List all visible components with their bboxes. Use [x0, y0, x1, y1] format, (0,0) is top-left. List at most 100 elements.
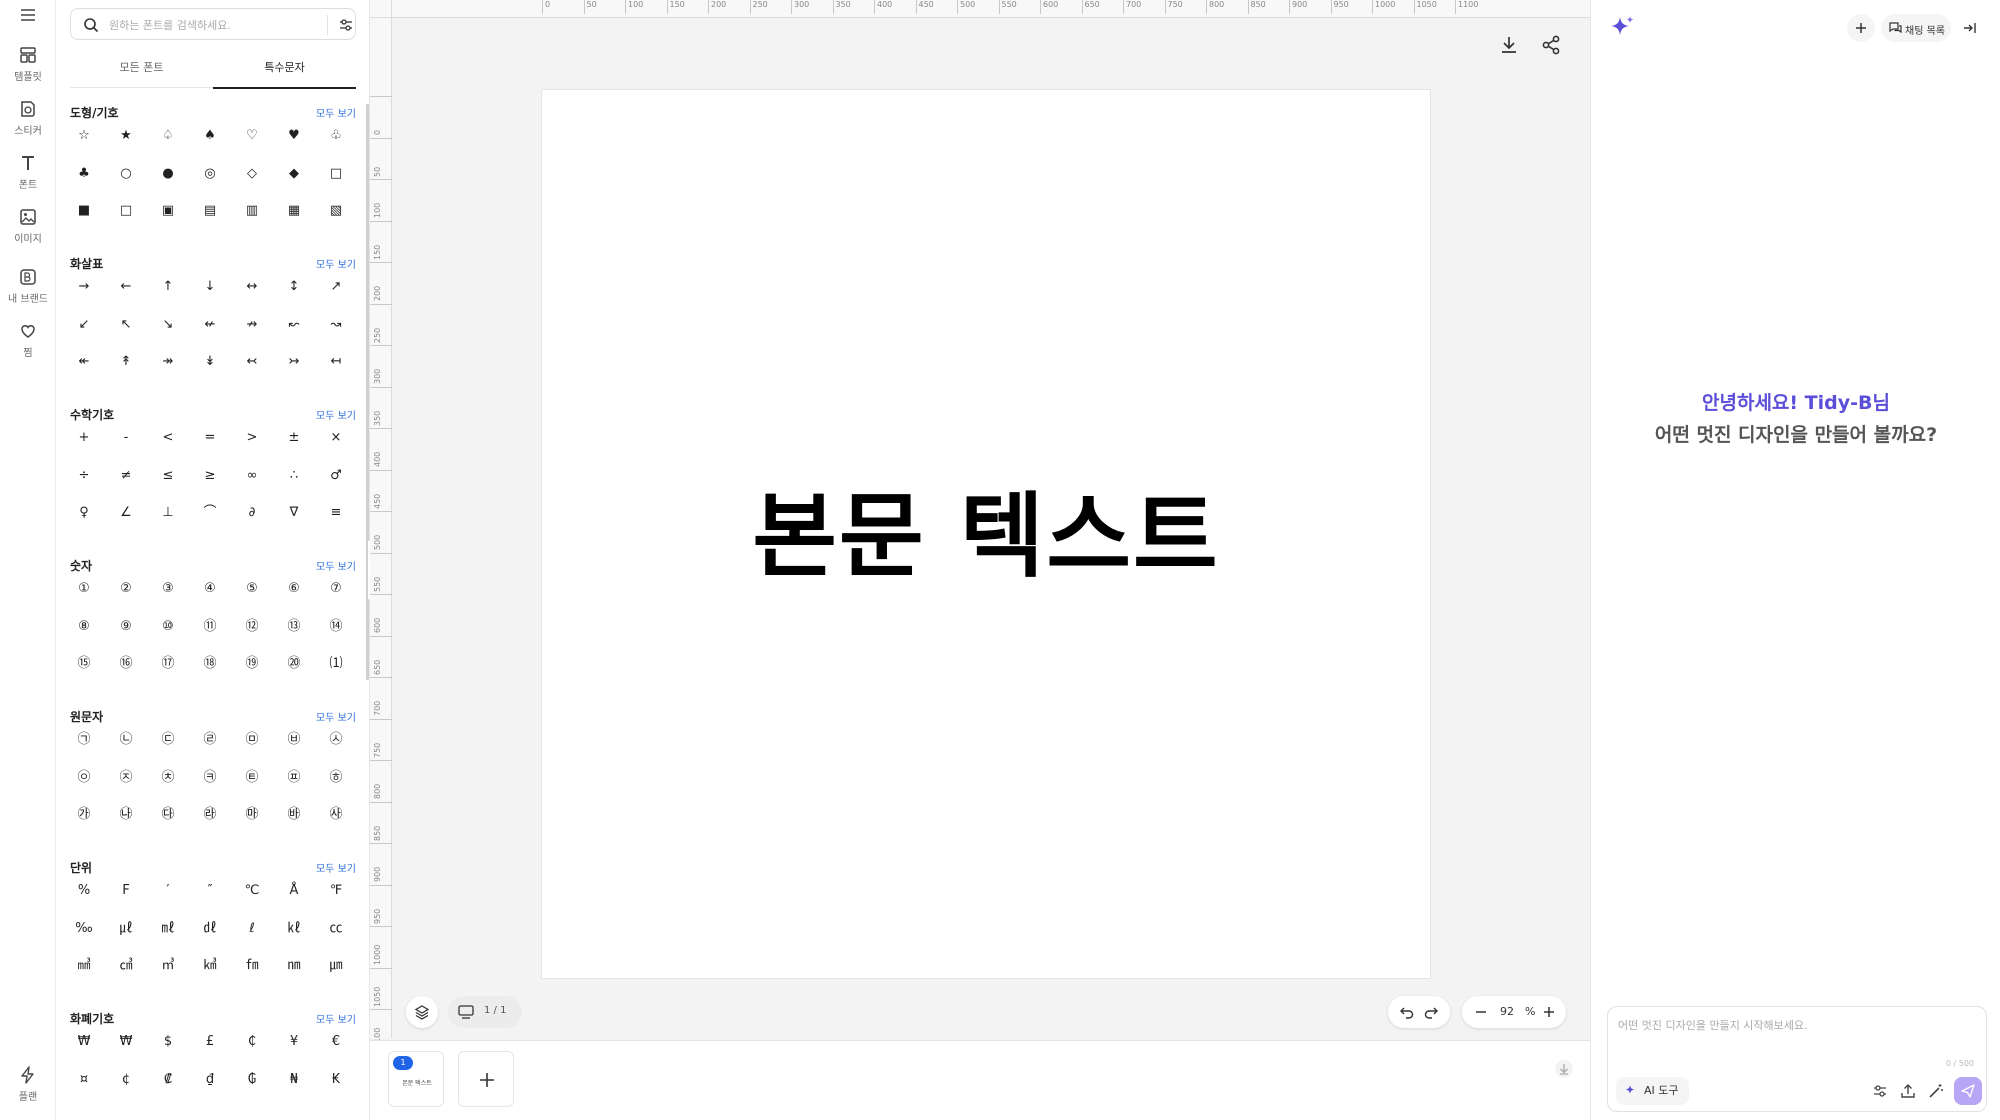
symbol-cell[interactable]: ㉦ [322, 726, 350, 754]
symbol-cell[interactable]: ㎛ [322, 952, 350, 980]
symbol-cell[interactable]: ㉧ [70, 764, 98, 792]
symbol-cell[interactable]: ↜ [280, 311, 308, 339]
see-all-link[interactable]: 모두 보기 [296, 709, 356, 724]
symbol-cell[interactable]: × [322, 424, 350, 452]
symbol-cell[interactable]: ㉢ [154, 726, 182, 754]
symbol-cell[interactable]: ↑ [154, 273, 182, 301]
rail-item-template[interactable]: 템플릿 [0, 46, 56, 83]
symbol-cell[interactable]: ⑧ [70, 613, 98, 641]
symbol-cell[interactable]: ← [112, 273, 140, 301]
symbol-cell[interactable]: ⑩ [154, 613, 182, 641]
symbol-cell[interactable]: ㉳ [280, 801, 308, 829]
symbol-cell[interactable]: ⊥ [154, 499, 182, 527]
symbol-cell[interactable]: ≥ [196, 462, 224, 490]
symbol-cell[interactable]: ¢ [112, 1066, 140, 1094]
symbol-cell[interactable]: ⌒ [196, 499, 224, 527]
send-button[interactable] [1954, 1077, 1982, 1105]
symbol-cell[interactable]: ₲ [238, 1066, 266, 1094]
symbol-cell[interactable]: ㏄ [322, 915, 350, 943]
see-all-link[interactable]: 모두 보기 [296, 407, 356, 422]
symbol-cell[interactable]: ㉰ [154, 801, 182, 829]
symbol-cell[interactable]: ㎕ [112, 915, 140, 943]
symbol-cell[interactable]: ∴ [280, 462, 308, 490]
symbol-cell[interactable]: ㉪ [196, 764, 224, 792]
symbol-cell[interactable]: ₡ [154, 1066, 182, 1094]
symbol-cell[interactable]: ⑰ [154, 650, 182, 678]
symbol-cell[interactable]: ▣ [154, 197, 182, 225]
symbol-cell[interactable]: $ [154, 1028, 182, 1056]
upload-icon[interactable] [1900, 1083, 1916, 1099]
symbol-cell[interactable]: ⑨ [112, 613, 140, 641]
symbol-cell[interactable]: ⑳ [280, 650, 308, 678]
symbol-cell[interactable]: ㉮ [70, 801, 98, 829]
symbol-cell[interactable]: ₫ [196, 1066, 224, 1094]
symbol-cell[interactable]: ♤ [154, 122, 182, 150]
symbol-cell[interactable]: ♣ [70, 160, 98, 188]
symbol-cell[interactable]: ↢ [238, 348, 266, 376]
layers-button[interactable] [406, 996, 438, 1028]
symbol-cell[interactable]: ↛ [238, 311, 266, 339]
symbol-cell[interactable]: ㎚ [280, 952, 308, 980]
symbol-cell[interactable]: ♧ [322, 122, 350, 150]
symbol-cell[interactable]: ㉨ [112, 764, 140, 792]
symbol-cell[interactable]: ↗ [322, 273, 350, 301]
symbol-cell[interactable]: < [154, 424, 182, 452]
symbol-cell[interactable]: F [112, 877, 140, 905]
symbol-cell[interactable]: ㉩ [154, 764, 182, 792]
symbol-cell[interactable]: ↘ [154, 311, 182, 339]
symbol-cell[interactable]: ∇ [280, 499, 308, 527]
symbol-cell[interactable]: ′ [154, 877, 182, 905]
symbol-cell[interactable]: ↝ [322, 311, 350, 339]
symbol-cell[interactable]: ℃ [238, 877, 266, 905]
symbol-cell[interactable]: ″ [196, 877, 224, 905]
symbol-cell[interactable]: ⑴ [322, 650, 350, 678]
symbol-cell[interactable]: ⑲ [238, 650, 266, 678]
symbol-cell[interactable]: ☆ [70, 122, 98, 150]
symbol-cell[interactable]: + [70, 424, 98, 452]
symbol-cell[interactable]: ⑫ [238, 613, 266, 641]
symbol-cell[interactable]: ⑥ [280, 575, 308, 603]
symbol-cell[interactable]: ↔ [238, 273, 266, 301]
symbol-cell[interactable]: ↓ [196, 273, 224, 301]
symbol-cell[interactable]: ▤ [196, 197, 224, 225]
symbol-cell[interactable]: ① [70, 575, 98, 603]
chat-input[interactable] [1618, 1017, 1976, 1057]
symbol-cell[interactable]: ↣ [280, 348, 308, 376]
symbol-cell[interactable]: ≡ [322, 499, 350, 527]
symbol-cell[interactable]: ↠ [154, 348, 182, 376]
symbol-cell[interactable]: ♥ [280, 122, 308, 150]
symbol-cell[interactable]: ★ [112, 122, 140, 150]
zoom-in-icon[interactable] [1542, 1005, 1556, 1019]
symbol-cell[interactable]: ▦ [280, 197, 308, 225]
symbol-cell[interactable]: ¥ [280, 1028, 308, 1056]
symbol-cell[interactable]: ● [154, 160, 182, 188]
settings-sliders-icon[interactable] [1872, 1083, 1888, 1099]
symbol-cell[interactable]: ₭ [322, 1066, 350, 1094]
symbol-cell[interactable]: ♠ [196, 122, 224, 150]
symbol-cell[interactable]: ㎤ [112, 952, 140, 980]
undo-icon[interactable] [1400, 1005, 1414, 1019]
symbol-cell[interactable]: ㎣ [70, 952, 98, 980]
symbol-cell[interactable]: ㉱ [196, 801, 224, 829]
symbol-cell[interactable]: ㎥ [154, 952, 182, 980]
symbol-cell[interactable]: % [70, 877, 98, 905]
symbol-cell[interactable]: - [112, 424, 140, 452]
rail-item-brand[interactable]: 내 브랜드 [0, 268, 56, 305]
symbol-cell[interactable]: ⑬ [280, 613, 308, 641]
symbol-cell[interactable]: ↙ [70, 311, 98, 339]
symbol-cell[interactable]: ≠ [112, 462, 140, 490]
symbol-cell[interactable]: ㉠ [70, 726, 98, 754]
symbol-cell[interactable]: ㉭ [322, 764, 350, 792]
symbol-cell[interactable]: € [322, 1028, 350, 1056]
symbol-cell[interactable]: ≤ [154, 462, 182, 490]
symbol-cell[interactable]: £ [196, 1028, 224, 1056]
collapse-panel-icon[interactable] [1963, 21, 1977, 35]
symbol-cell[interactable]: ㎗ [196, 915, 224, 943]
tab-special-characters[interactable]: 특수문자 [213, 56, 356, 89]
body-text-element[interactable]: 본문 텍스트 [542, 90, 1430, 978]
rail-item-favorites[interactable]: 찜 [0, 322, 56, 359]
symbol-cell[interactable]: ㉲ [238, 801, 266, 829]
share-icon[interactable] [1538, 32, 1564, 58]
symbol-cell[interactable]: ∞ [238, 462, 266, 490]
symbol-cell[interactable]: > [238, 424, 266, 452]
